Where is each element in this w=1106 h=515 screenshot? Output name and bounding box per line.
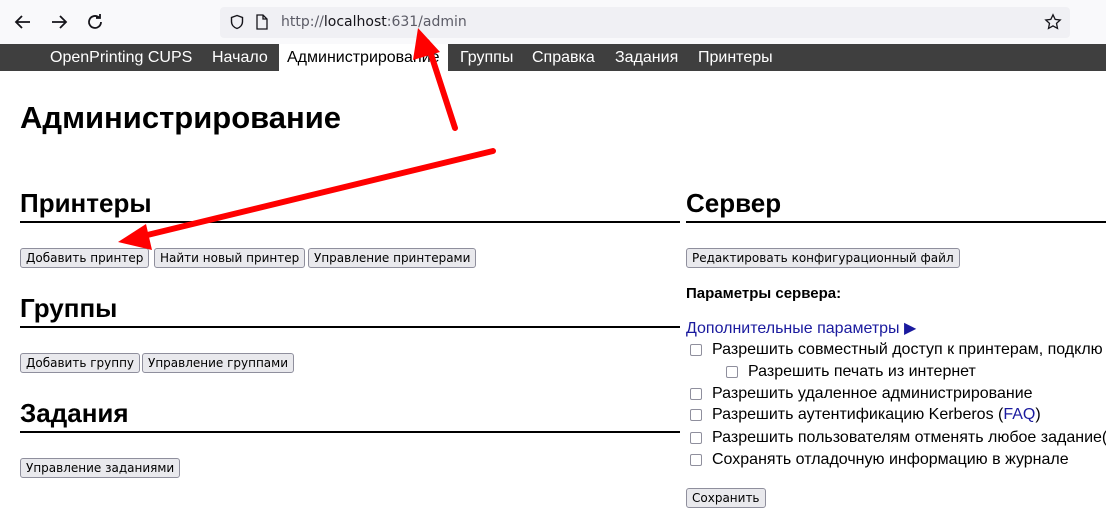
- browser-toolbar: http://localhost:631/admin: [0, 0, 1106, 44]
- back-icon: [14, 15, 30, 29]
- nav-item-home[interactable]: Начало: [204, 44, 276, 71]
- nav-item-groups[interactable]: Группы: [452, 44, 521, 71]
- printers-heading: Принтеры: [20, 188, 680, 223]
- forward-icon: [52, 15, 68, 29]
- kerberos-auth-checkbox[interactable]: [690, 409, 702, 421]
- reload-button[interactable]: [83, 10, 107, 34]
- add-printer-button[interactable]: Добавить принтер: [20, 248, 150, 268]
- edit-config-file-button[interactable]: Редактировать конфигурационный файл: [686, 248, 960, 268]
- reload-icon: [88, 14, 102, 29]
- server-heading: Сервер: [686, 188, 1106, 223]
- url-text[interactable]: http://localhost:631/admin: [281, 14, 467, 30]
- page-title: Администрирование: [20, 100, 342, 135]
- advanced-settings-link[interactable]: Дополнительные параметры ▶: [686, 318, 916, 338]
- users-cancel-any-job-checkbox[interactable]: [690, 432, 702, 444]
- save-debug-info-checkbox[interactable]: [690, 454, 702, 466]
- option-remote-admin[interactable]: Разрешить удаленное администрирование: [690, 385, 1033, 403]
- allow-internet-printing-checkbox[interactable]: [726, 366, 738, 378]
- page-icon[interactable]: [255, 14, 269, 30]
- option-allow-internet-printing[interactable]: Разрешить печать из интернет: [726, 363, 976, 381]
- share-printers-checkbox[interactable]: [690, 344, 702, 356]
- forward-button[interactable]: [47, 10, 71, 34]
- option-users-cancel-any-job[interactable]: Разрешить пользователям отменять любое з…: [690, 429, 1106, 447]
- back-button[interactable]: [11, 10, 35, 34]
- nav-item-openprinting-cups[interactable]: OpenPrinting CUPS: [42, 44, 200, 71]
- manage-groups-button[interactable]: Управление группами: [142, 353, 295, 373]
- manage-printers-button[interactable]: Управление принтерами: [308, 248, 477, 268]
- jobs-heading: Задания: [20, 398, 680, 433]
- server-settings-label: Параметры сервера:: [686, 285, 842, 302]
- option-kerberos-auth[interactable]: Разрешить аутентификацию Kerberos (FAQ): [690, 406, 1041, 424]
- add-group-button[interactable]: Добавить группу: [20, 353, 141, 373]
- bookmark-star-icon[interactable]: [1044, 13, 1062, 31]
- remote-admin-checkbox[interactable]: [690, 388, 702, 400]
- kerberos-faq-link[interactable]: FAQ: [1003, 406, 1035, 424]
- url-bar[interactable]: http://localhost:631/admin: [220, 7, 1070, 38]
- nav-item-jobs[interactable]: Задания: [607, 44, 686, 71]
- find-new-printer-button[interactable]: Найти новый принтер: [154, 248, 306, 268]
- option-share-printers[interactable]: Разрешить совместный доступ к принтерам,…: [690, 341, 1103, 359]
- groups-heading: Группы: [20, 293, 680, 328]
- manage-jobs-button[interactable]: Управление заданиями: [20, 458, 181, 478]
- save-button[interactable]: Сохранить: [686, 488, 766, 508]
- option-save-debug-info[interactable]: Сохранять отладочную информацию в журнал…: [690, 451, 1069, 469]
- cups-nav-bar: OpenPrinting CUPS Начало Администрирован…: [0, 44, 1106, 71]
- nav-item-help[interactable]: Справка: [524, 44, 603, 71]
- nav-item-administration[interactable]: Администрирование: [279, 44, 448, 71]
- shield-icon[interactable]: [229, 14, 245, 30]
- nav-item-printers[interactable]: Принтеры: [690, 44, 781, 71]
